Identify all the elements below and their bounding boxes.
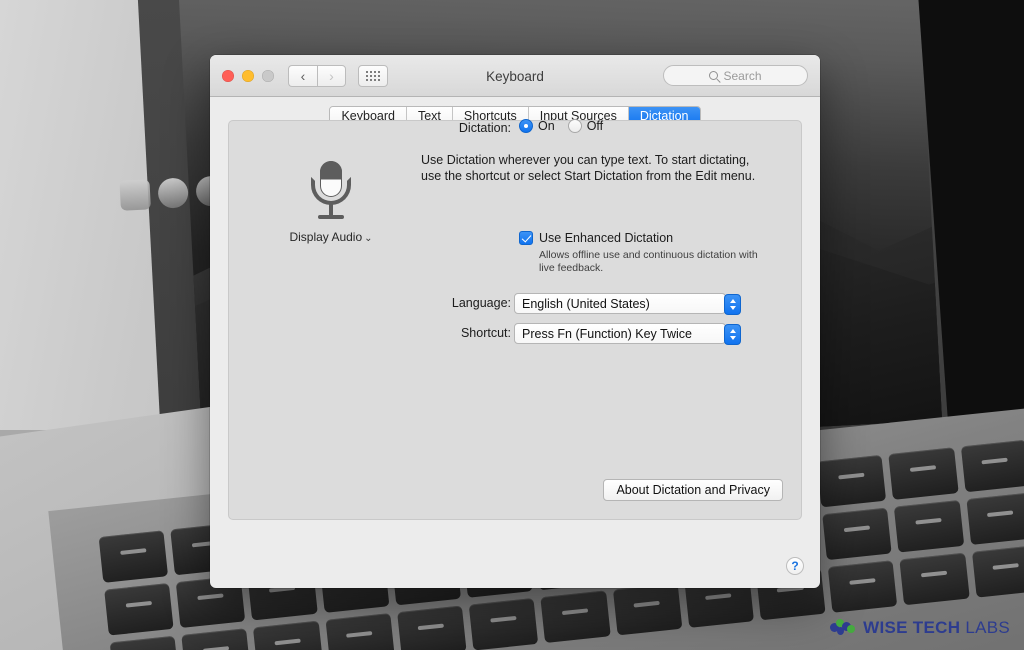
wise-tech-labs-logo-icon — [830, 619, 856, 637]
keyboard-preferences-window: ‹ › Keyboard Search Keyboard Text Shortc… — [210, 55, 820, 588]
note-line-2: live feedback. — [539, 262, 604, 274]
radio-off-label: Off — [586, 119, 604, 133]
watermark: WISE TECH LABS — [830, 618, 1010, 638]
watermark-text: WISE TECH LABS — [863, 618, 1010, 638]
microphone-block: Display Audio ⌄ — [271, 153, 391, 244]
language-stepper-icon[interactable] — [724, 294, 741, 315]
watermark-light-text: LABS — [965, 618, 1010, 637]
keyboard-key — [325, 613, 395, 650]
language-popup-button[interactable]: English (United States) — [514, 293, 741, 315]
radio-dictation-off[interactable]: Off — [567, 119, 604, 133]
keyboard-key — [396, 605, 467, 650]
audio-source-label: Display Audio — [289, 230, 363, 244]
dictation-panel: Display Audio ⌄ Use Dictation wherever yo… — [228, 119, 802, 520]
radio-off-indicator — [567, 119, 582, 133]
shortcut-value: Press Fn (Function) Key Twice — [522, 326, 692, 341]
close-button[interactable] — [222, 69, 234, 82]
traffic-lights — [222, 69, 274, 82]
keyboard-key — [822, 507, 893, 561]
keyboard-key — [971, 545, 1024, 598]
zoom-button — [262, 69, 274, 82]
microphone-icon — [307, 161, 355, 221]
keyboard-key — [612, 582, 683, 636]
keyboard-key — [181, 628, 252, 650]
note-line-1: Allows offline use and continuous dictat… — [539, 249, 758, 261]
description-line-1: Use Dictation wherever you can type text… — [421, 153, 750, 167]
description-line-2: use the shortcut or select Start Dictati… — [421, 169, 756, 183]
enhanced-dictation-row: Use Enhanced Dictation Allows offline us… — [519, 231, 799, 275]
keyboard-key — [104, 583, 174, 636]
audio-source-popup[interactable]: Display Audio ⌄ — [271, 230, 391, 244]
dock-icon — [157, 177, 189, 209]
chevron-down-icon — [729, 336, 736, 340]
keyboard-key — [899, 552, 970, 606]
checkbox-indicator — [519, 231, 533, 245]
search-field[interactable]: Search — [663, 65, 808, 86]
grid-icon — [366, 70, 380, 81]
keyboard-key — [109, 635, 180, 650]
search-placeholder: Search — [723, 68, 762, 83]
keyboard-key — [960, 439, 1024, 493]
microphone-foot — [318, 215, 344, 219]
watermark-bold-text: WISE TECH — [863, 618, 961, 637]
minimize-button[interactable] — [242, 69, 254, 82]
keyboard-key — [965, 492, 1024, 545]
radio-on-label: On — [538, 119, 555, 133]
chevron-up-icon — [729, 329, 736, 333]
shortcut-label: Shortcut: — [460, 326, 511, 340]
keyboard-key — [98, 530, 169, 583]
chevron-up-icon — [729, 299, 736, 303]
dictation-description: Use Dictation wherever you can type text… — [421, 152, 791, 184]
radio-on-indicator — [519, 119, 533, 133]
back-button[interactable]: ‹ — [288, 64, 317, 87]
keyboard-key — [888, 447, 959, 500]
language-value: English (United States) — [522, 296, 650, 311]
chevron-down-icon: ⌄ — [364, 233, 373, 244]
about-dictation-privacy-button[interactable]: About Dictation and Privacy — [603, 479, 783, 501]
dictation-label: Dictation: — [458, 121, 511, 135]
microphone-arc — [311, 177, 351, 205]
enhanced-dictation-checkbox[interactable]: Use Enhanced Dictation — [519, 231, 799, 245]
language-label: Language: — [451, 296, 511, 310]
keyboard-key — [468, 597, 539, 650]
search-icon — [709, 71, 719, 80]
keyboard-key — [540, 590, 611, 643]
keyboard-key — [894, 499, 964, 553]
dictation-radio-group: On Off — [519, 119, 603, 133]
keyboard-key — [253, 620, 324, 650]
help-button[interactable]: ? — [786, 557, 804, 575]
shortcut-stepper-icon[interactable] — [724, 324, 741, 345]
chevron-down-icon — [729, 306, 736, 310]
dock-icon — [119, 179, 151, 211]
keyboard-key — [816, 454, 887, 508]
show-all-button[interactable] — [358, 64, 388, 87]
window-titlebar: ‹ › Keyboard Search — [210, 55, 820, 97]
enhanced-dictation-label: Use Enhanced Dictation — [539, 231, 674, 245]
shortcut-popup-button[interactable]: Press Fn (Function) Key Twice — [514, 323, 741, 345]
keyboard-key — [827, 560, 898, 613]
radio-dictation-on[interactable]: On — [519, 119, 555, 133]
forward-button: › — [317, 64, 346, 87]
navigation-buttons: ‹ › — [288, 64, 346, 87]
enhanced-dictation-note: Allows offline use and continuous dictat… — [539, 249, 799, 275]
